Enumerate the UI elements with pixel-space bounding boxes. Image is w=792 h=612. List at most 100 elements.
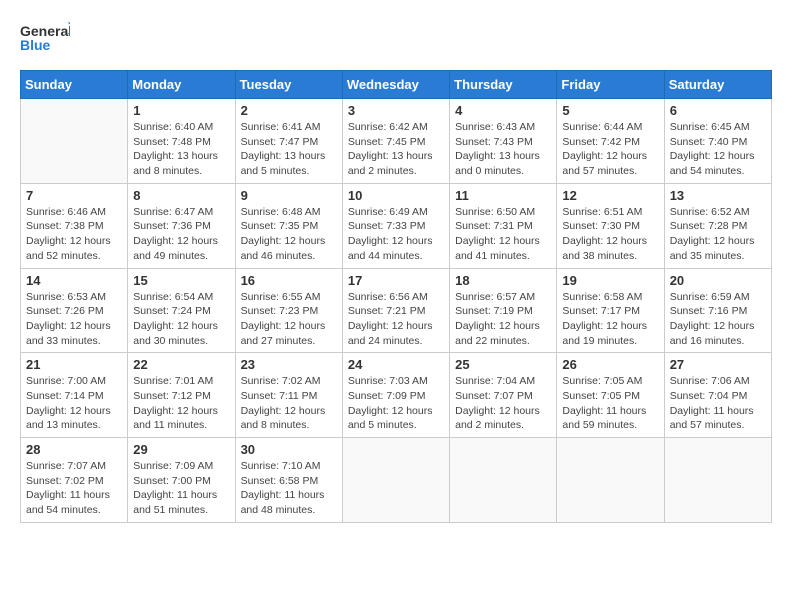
weekday-header-wednesday: Wednesday (342, 71, 449, 99)
day-info: Sunrise: 7:03 AM Sunset: 7:09 PM Dayligh… (348, 374, 444, 433)
calendar-cell: 11 Sunrise: 6:50 AM Sunset: 7:31 PM Dayli… (450, 183, 557, 268)
calendar-cell: 13 Sunrise: 6:52 AM Sunset: 7:28 PM Dayli… (664, 183, 771, 268)
day-info: Sunrise: 6:52 AM Sunset: 7:28 PM Dayligh… (670, 205, 766, 264)
day-info: Sunrise: 7:06 AM Sunset: 7:04 PM Dayligh… (670, 374, 766, 433)
logo-svg: General Blue (20, 20, 70, 60)
day-number: 10 (348, 188, 444, 203)
day-info: Sunrise: 7:10 AM Sunset: 6:58 PM Dayligh… (241, 459, 337, 518)
day-number: 6 (670, 103, 766, 118)
weekday-header-row: SundayMondayTuesdayWednesdayThursdayFrid… (21, 71, 772, 99)
calendar-table: SundayMondayTuesdayWednesdayThursdayFrid… (20, 70, 772, 523)
calendar-cell: 12Sunrise: 6:51 AM Sunset: 7:30 PM Dayli… (557, 183, 664, 268)
day-number: 20 (670, 273, 766, 288)
calendar-week-4: 21 Sunrise: 7:00 AM Sunset: 7:14 PM Dayli… (21, 353, 772, 438)
day-info: Sunrise: 6:44 AM Sunset: 7:42 PM Dayligh… (562, 120, 658, 179)
calendar-week-5: 28 Sunrise: 7:07 AM Sunset: 7:02 PM Dayli… (21, 438, 772, 523)
weekday-header-saturday: Saturday (664, 71, 771, 99)
day-info: Sunrise: 6:45 AM Sunset: 7:40 PM Dayligh… (670, 120, 766, 179)
day-number: 22 (133, 357, 229, 372)
day-info: Sunrise: 7:05 AM Sunset: 7:05 PM Dayligh… (562, 374, 658, 433)
day-number: 25 (455, 357, 551, 372)
calendar-cell: 28 Sunrise: 7:07 AM Sunset: 7:02 PM Dayli… (21, 438, 128, 523)
day-info: Sunrise: 6:58 AM Sunset: 7:17 PM Dayligh… (562, 290, 658, 349)
calendar-cell: 15 Sunrise: 6:54 AM Sunset: 7:24 PM Dayli… (128, 268, 235, 353)
day-info: Sunrise: 6:57 AM Sunset: 7:19 PM Dayligh… (455, 290, 551, 349)
day-number: 28 (26, 442, 122, 457)
day-number: 26 (562, 357, 658, 372)
day-info: Sunrise: 7:07 AM Sunset: 7:02 PM Dayligh… (26, 459, 122, 518)
day-number: 12 (562, 188, 658, 203)
day-number: 2 (241, 103, 337, 118)
calendar-cell: 17Sunrise: 6:56 AM Sunset: 7:21 PM Dayli… (342, 268, 449, 353)
calendar-cell (450, 438, 557, 523)
day-info: Sunrise: 6:54 AM Sunset: 7:24 PM Dayligh… (133, 290, 229, 349)
weekday-header-monday: Monday (128, 71, 235, 99)
calendar-cell: 10Sunrise: 6:49 AM Sunset: 7:33 PM Dayli… (342, 183, 449, 268)
day-number: 9 (241, 188, 337, 203)
day-number: 24 (348, 357, 444, 372)
calendar-cell: 9 Sunrise: 6:48 AM Sunset: 7:35 PM Daylig… (235, 183, 342, 268)
day-number: 8 (133, 188, 229, 203)
calendar-cell: 19 Sunrise: 6:58 AM Sunset: 7:17 PM Dayli… (557, 268, 664, 353)
day-info: Sunrise: 7:01 AM Sunset: 7:12 PM Dayligh… (133, 374, 229, 433)
day-number: 5 (562, 103, 658, 118)
calendar-cell: 18 Sunrise: 6:57 AM Sunset: 7:19 PM Dayli… (450, 268, 557, 353)
day-info: Sunrise: 6:55 AM Sunset: 7:23 PM Dayligh… (241, 290, 337, 349)
page-header: General Blue (20, 20, 772, 60)
weekday-header-friday: Friday (557, 71, 664, 99)
calendar-cell: 22 Sunrise: 7:01 AM Sunset: 7:12 PM Dayli… (128, 353, 235, 438)
day-info: Sunrise: 6:43 AM Sunset: 7:43 PM Dayligh… (455, 120, 551, 179)
day-number: 30 (241, 442, 337, 457)
day-info: Sunrise: 7:04 AM Sunset: 7:07 PM Dayligh… (455, 374, 551, 433)
calendar-cell: 25 Sunrise: 7:04 AM Sunset: 7:07 PM Dayli… (450, 353, 557, 438)
day-number: 13 (670, 188, 766, 203)
calendar-cell: 14 Sunrise: 6:53 AM Sunset: 7:26 PM Dayli… (21, 268, 128, 353)
calendar-cell: 30 Sunrise: 7:10 AM Sunset: 6:58 PM Dayli… (235, 438, 342, 523)
day-info: Sunrise: 6:40 AM Sunset: 7:48 PM Dayligh… (133, 120, 229, 179)
day-info: Sunrise: 6:41 AM Sunset: 7:47 PM Dayligh… (241, 120, 337, 179)
calendar-cell: 7Sunrise: 6:46 AM Sunset: 7:38 PM Daylig… (21, 183, 128, 268)
calendar-cell: 6 Sunrise: 6:45 AM Sunset: 7:40 PM Daylig… (664, 99, 771, 184)
day-number: 1 (133, 103, 229, 118)
day-number: 14 (26, 273, 122, 288)
day-info: Sunrise: 6:47 AM Sunset: 7:36 PM Dayligh… (133, 205, 229, 264)
day-number: 11 (455, 188, 551, 203)
logo: General Blue (20, 20, 70, 60)
day-number: 19 (562, 273, 658, 288)
calendar-cell (21, 99, 128, 184)
day-number: 29 (133, 442, 229, 457)
day-info: Sunrise: 6:56 AM Sunset: 7:21 PM Dayligh… (348, 290, 444, 349)
day-info: Sunrise: 6:59 AM Sunset: 7:16 PM Dayligh… (670, 290, 766, 349)
day-info: Sunrise: 7:00 AM Sunset: 7:14 PM Dayligh… (26, 374, 122, 433)
weekday-header-sunday: Sunday (21, 71, 128, 99)
calendar-cell (557, 438, 664, 523)
calendar-cell: 16 Sunrise: 6:55 AM Sunset: 7:23 PM Dayli… (235, 268, 342, 353)
calendar-cell: 23Sunrise: 7:02 AM Sunset: 7:11 PM Dayli… (235, 353, 342, 438)
calendar-week-3: 14 Sunrise: 6:53 AM Sunset: 7:26 PM Dayli… (21, 268, 772, 353)
day-number: 4 (455, 103, 551, 118)
day-number: 16 (241, 273, 337, 288)
day-info: Sunrise: 7:09 AM Sunset: 7:00 PM Dayligh… (133, 459, 229, 518)
day-info: Sunrise: 6:48 AM Sunset: 7:35 PM Dayligh… (241, 205, 337, 264)
calendar-cell: 8 Sunrise: 6:47 AM Sunset: 7:36 PM Daylig… (128, 183, 235, 268)
day-info: Sunrise: 6:50 AM Sunset: 7:31 PM Dayligh… (455, 205, 551, 264)
calendar-cell: 4 Sunrise: 6:43 AM Sunset: 7:43 PM Daylig… (450, 99, 557, 184)
svg-text:Blue: Blue (20, 37, 51, 53)
weekday-header-tuesday: Tuesday (235, 71, 342, 99)
calendar-cell: 5 Sunrise: 6:44 AM Sunset: 7:42 PM Daylig… (557, 99, 664, 184)
day-info: Sunrise: 7:02 AM Sunset: 7:11 PM Dayligh… (241, 374, 337, 433)
day-number: 21 (26, 357, 122, 372)
day-number: 18 (455, 273, 551, 288)
calendar-cell: 29 Sunrise: 7:09 AM Sunset: 7:00 PM Dayli… (128, 438, 235, 523)
calendar-cell: 24 Sunrise: 7:03 AM Sunset: 7:09 PM Dayli… (342, 353, 449, 438)
day-number: 3 (348, 103, 444, 118)
calendar-cell: 20 Sunrise: 6:59 AM Sunset: 7:16 PM Dayli… (664, 268, 771, 353)
day-info: Sunrise: 6:53 AM Sunset: 7:26 PM Dayligh… (26, 290, 122, 349)
calendar-week-1: 1 Sunrise: 6:40 AM Sunset: 7:48 PM Daylig… (21, 99, 772, 184)
day-info: Sunrise: 6:42 AM Sunset: 7:45 PM Dayligh… (348, 120, 444, 179)
calendar-cell: 27 Sunrise: 7:06 AM Sunset: 7:04 PM Dayli… (664, 353, 771, 438)
day-number: 15 (133, 273, 229, 288)
day-info: Sunrise: 6:46 AM Sunset: 7:38 PM Dayligh… (26, 205, 122, 264)
calendar-cell (342, 438, 449, 523)
day-number: 27 (670, 357, 766, 372)
